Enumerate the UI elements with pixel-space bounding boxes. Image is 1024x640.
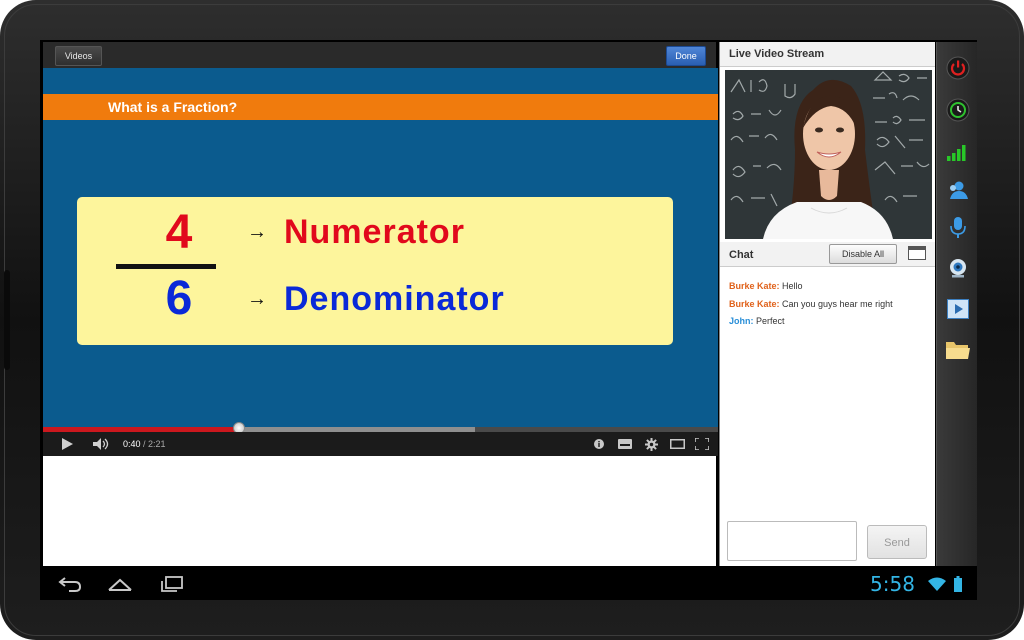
message-text: Perfect — [753, 316, 785, 326]
arrow-icon: → — [247, 221, 267, 243]
presenter-video-image — [725, 70, 932, 239]
chat-message: Burke Kate: Can you guys hear me right — [729, 296, 929, 314]
stream-header: Live Video Stream — [720, 42, 935, 67]
settings-gear-icon[interactable] — [642, 432, 660, 456]
fraction-card: 4 6 → Numerator → Denominator — [77, 197, 673, 345]
clock-icon[interactable] — [946, 98, 970, 122]
user-icon[interactable] — [946, 178, 970, 202]
tool-sidebar — [936, 42, 977, 566]
disable-all-button[interactable]: Disable All — [829, 244, 897, 264]
play-icon[interactable] — [57, 432, 77, 456]
video-frame[interactable]: What is a Fraction? 4 6 → Numerator → De… — [43, 68, 718, 428]
chat-message: Burke Kate: Hello — [729, 278, 929, 296]
chat-header: Chat Disable All — [720, 242, 935, 267]
denominator-label: Denominator — [284, 280, 505, 318]
tablet-side-button — [4, 270, 10, 370]
fullscreen-icon[interactable] — [693, 432, 711, 456]
webcam-icon[interactable] — [946, 256, 970, 280]
current-time: 0:40 — [123, 439, 141, 449]
message-text: Can you guys hear me right — [779, 298, 893, 309]
back-icon[interactable] — [52, 572, 88, 596]
stream-title: Live Video Stream — [729, 48, 825, 60]
wifi-icon — [926, 572, 948, 596]
folder-icon[interactable] — [946, 338, 970, 362]
fraction-bar — [116, 264, 216, 269]
microphone-icon[interactable] — [946, 216, 970, 240]
time-separator: / — [140, 439, 149, 449]
theater-mode-icon[interactable] — [668, 432, 686, 456]
message-text: Hello — [779, 281, 803, 291]
video-toolbar: Videos Done — [43, 42, 716, 68]
captions-icon[interactable] — [616, 432, 634, 456]
recent-apps-icon[interactable] — [154, 572, 190, 596]
videos-button[interactable]: Videos — [55, 46, 102, 66]
system-clock: 5:58 — [870, 572, 915, 596]
power-icon[interactable] — [946, 56, 970, 80]
slide-title-bar: What is a Fraction? — [43, 94, 718, 120]
send-button[interactable]: Send — [867, 525, 927, 559]
chat-message: John: Perfect — [729, 313, 929, 331]
video-description-area — [43, 456, 716, 566]
system-navigation-bar: 5:58 — [40, 568, 977, 600]
popout-window-icon[interactable] — [908, 246, 926, 260]
chat-title: Chat — [729, 249, 754, 261]
done-button[interactable]: Done — [666, 46, 706, 66]
home-icon[interactable] — [102, 572, 138, 596]
volume-icon[interactable] — [91, 432, 113, 456]
live-video-stream[interactable] — [725, 70, 932, 239]
tablet-frame: Videos Done What is a Fraction? 4 6 → Nu… — [0, 0, 1024, 640]
screen: Videos Done What is a Fraction? 4 6 → Nu… — [40, 40, 977, 600]
info-icon[interactable] — [591, 432, 607, 456]
signal-bars-icon[interactable] — [946, 140, 970, 164]
side-panel: Live Video Stream Chat Disable All Burke… — [719, 42, 935, 566]
chat-input[interactable] — [727, 521, 857, 561]
media-player-icon[interactable] — [946, 297, 970, 321]
time-display: 0:40 / 2:21 — [123, 432, 166, 456]
message-sender: Burke Kate: — [729, 298, 780, 309]
slide-title: What is a Fraction? — [108, 99, 238, 115]
fraction-denominator: 6 — [165, 272, 193, 325]
numerator-label: Numerator — [284, 213, 465, 251]
player-controls: 0:40 / 2:21 — [43, 432, 718, 456]
battery-icon — [950, 572, 966, 596]
arrow-icon: → — [247, 288, 267, 310]
fraction-numerator: 4 — [165, 206, 193, 259]
message-sender: John: — [729, 316, 754, 326]
message-sender: Burke Kate: — [729, 281, 780, 291]
duration: 2:21 — [148, 439, 166, 449]
chat-message-list: Burke Kate: Hello Burke Kate: Can you gu… — [729, 278, 929, 331]
